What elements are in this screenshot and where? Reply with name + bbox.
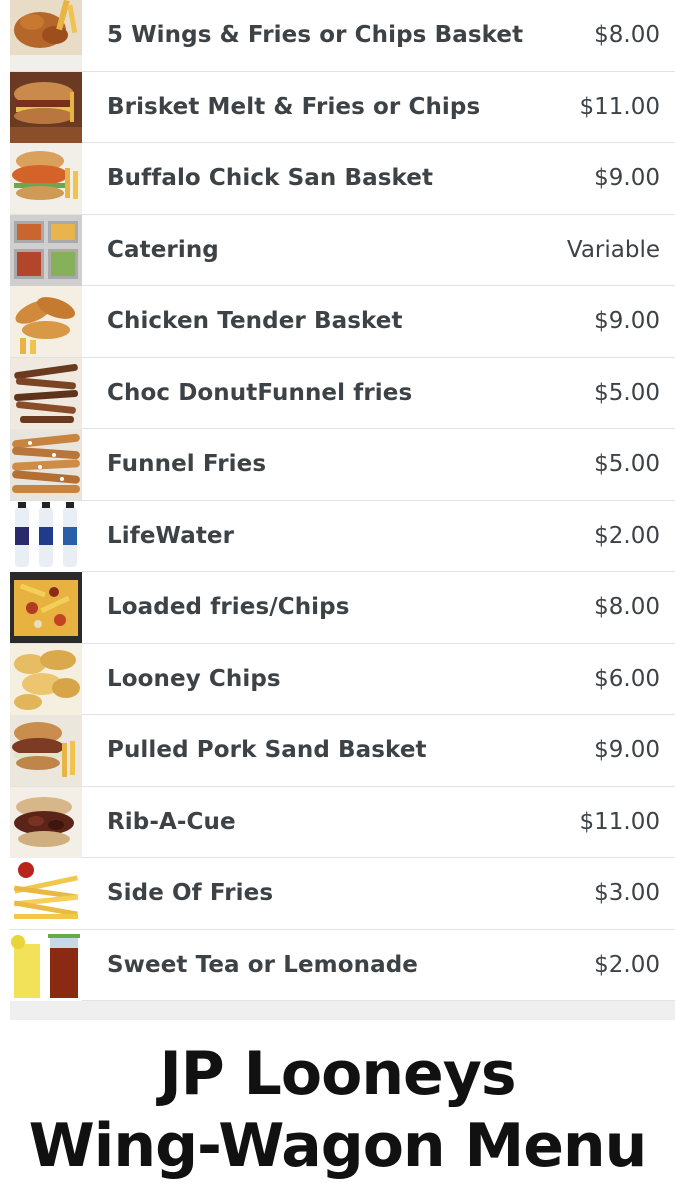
item-price: $9.00 [594,737,660,763]
menu-item-row[interactable]: Rib-A-Cue $11.00 [10,786,675,858]
item-name: Looney Chips [107,665,281,692]
item-name: Buffalo Chick San Basket [107,165,434,191]
menu-item-row[interactable]: Sweet Tea or Lemonade $2.00 [10,929,675,1001]
item-name: Brisket Melt & Fries or Chips [107,93,481,120]
chicken-tenders-photo-icon [10,286,82,357]
item-price: $5.00 [594,379,660,406]
catering-trays-photo-icon [10,214,82,286]
menu-item-row[interactable]: Pulled Pork Sand Basket $9.00 [10,715,675,787]
buffalo-chicken-sandwich-photo-icon [10,143,82,214]
item-price: $3.00 [594,880,660,906]
funnel-fries-photo-icon [10,429,82,500]
rib-sandwich-photo-icon [10,786,82,858]
menu-item-row[interactable]: Brisket Melt & Fries or Chips $11.00 [10,71,675,143]
menu-item-row[interactable]: Choc DonutFunnel fries $5.00 [10,357,675,429]
item-price: $2.00 [594,522,660,549]
menu-item-row[interactable]: Chicken Tender Basket $9.00 [10,286,675,358]
wings-fries-photo-icon [10,0,82,71]
menu-title-line-2: Wing-Wagon Menu [28,1111,648,1181]
item-name: Funnel Fries [107,451,267,477]
item-name: Loaded fries/Chips [107,594,350,620]
menu-item-row[interactable]: Looney Chips $6.00 [10,643,675,715]
item-name: Side Of Fries [107,880,274,906]
lifewater-bottles-photo-icon [10,500,82,572]
brisket-melt-photo-icon [10,71,82,143]
menu-title: JP Looneys Wing-Wagon Menu [0,1038,675,1182]
item-price: $5.00 [594,451,660,477]
item-price: $8.00 [594,22,660,48]
item-name: Chicken Tender Basket [107,308,403,334]
item-name: 5 Wings & Fries or Chips Basket [107,22,524,48]
list-footer-band [10,1001,675,1020]
item-name: LifeWater [107,522,235,549]
item-price: $6.00 [594,665,660,692]
item-price: $11.00 [579,808,660,835]
menu-item-row[interactable]: LifeWater $2.00 [10,500,675,572]
item-price: Variable [566,236,660,263]
item-name: Pulled Pork Sand Basket [107,737,427,763]
menu-title-line-1: JP Looneys [159,1039,516,1109]
chocolate-funnel-fries-photo-icon [10,357,82,429]
item-price: $9.00 [594,165,660,191]
item-name: Catering [107,236,219,263]
loaded-fries-photo-icon [10,572,82,643]
potato-chips-photo-icon [10,643,82,715]
menu-list: 5 Wings & Fries or Chips Basket $8.00 Br… [10,0,675,1001]
menu-item-row[interactable]: Funnel Fries $5.00 [10,429,675,501]
pulled-pork-sandwich-photo-icon [10,715,82,786]
menu-item-row[interactable]: Catering Variable [10,214,675,286]
menu-item-row[interactable]: Buffalo Chick San Basket $9.00 [10,143,675,215]
menu-item-row[interactable]: Loaded fries/Chips $8.00 [10,572,675,644]
menu-item-row[interactable]: Side Of Fries $3.00 [10,858,675,930]
side-of-fries-photo-icon [10,858,82,929]
menu-item-row[interactable]: 5 Wings & Fries or Chips Basket $8.00 [10,0,675,72]
item-price: $9.00 [594,308,660,334]
item-name: Sweet Tea or Lemonade [107,951,419,978]
tea-lemonade-photo-icon [10,929,82,1001]
item-price: $11.00 [579,93,660,120]
item-price: $2.00 [594,951,660,978]
item-price: $8.00 [594,594,660,620]
item-name: Choc DonutFunnel fries [107,379,413,406]
item-name: Rib-A-Cue [107,808,236,835]
